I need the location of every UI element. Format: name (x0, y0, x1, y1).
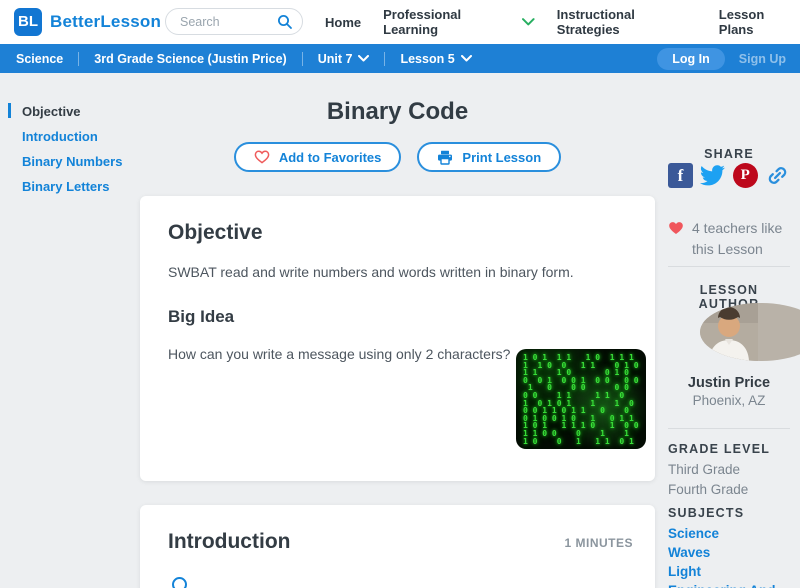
breadcrumb-unit-label: Unit 7 (317, 51, 353, 66)
breadcrumb-lesson-dropdown[interactable]: Lesson 5 (385, 52, 486, 66)
subject-link-clipped[interactable]: Engineering And Design (668, 583, 790, 588)
sidebar-divider (668, 428, 790, 429)
betterlesson-lesson-page: BL BetterLesson Home Professional Learni… (0, 0, 800, 588)
subject-link-science[interactable]: Science (668, 526, 790, 541)
likes-text: 4 teachers like this Lesson (692, 220, 783, 257)
page-title: Binary Code (326, 98, 469, 125)
print-lesson-label: Print Lesson (462, 149, 542, 165)
add-to-favorites-label: Add to Favorites (278, 149, 382, 165)
breadcrumb-course[interactable]: 3rd Grade Science (Justin Price) (79, 52, 301, 66)
objective-heading: Objective (168, 221, 263, 244)
lesson-actions: Add to Favorites Print Lesson (140, 142, 655, 172)
add-to-favorites-button[interactable]: Add to Favorites (233, 142, 402, 172)
facebook-icon[interactable]: f (668, 163, 693, 188)
objective-section-card: Objective SWBAT read and write numbers a… (140, 196, 655, 481)
link-icon[interactable] (765, 163, 790, 188)
author-avatar[interactable] (700, 303, 800, 361)
search-input[interactable] (180, 13, 275, 31)
author-name: Justin Price (687, 375, 771, 391)
breadcrumb-science[interactable]: Science (0, 52, 78, 66)
duration-badge: 1 MINUTES (564, 536, 633, 550)
sidebar-item-binary-letters[interactable]: Binary Letters (8, 174, 138, 199)
subjects-heading: SUBJECTS (668, 506, 745, 520)
author-location: Phoenix, AZ (692, 393, 766, 408)
big-idea-heading: Big Idea (168, 307, 235, 326)
pinterest-icon[interactable]: P (732, 163, 758, 188)
search-icon[interactable] (277, 14, 293, 30)
heart-filled-icon (669, 222, 683, 234)
betterlesson-logo-text[interactable]: BetterLesson (50, 12, 161, 32)
twitter-icon[interactable] (700, 163, 726, 188)
nav-professional-learning[interactable]: Professional Learning (383, 7, 535, 37)
objective-text: SWBAT read and write numbers and words w… (168, 264, 574, 280)
lesson-meta-sidebar: SHARE f P 4 teachers like this Lesson LE… (668, 0, 800, 588)
sidebar-divider (668, 266, 790, 267)
sidebar-item-objective[interactable]: Objective (8, 99, 138, 124)
chevron-down-icon (358, 55, 370, 62)
heart-outline-icon (254, 150, 270, 164)
breadcrumb-lesson-label: Lesson 5 (400, 51, 455, 66)
chevron-down-icon (522, 18, 535, 26)
chevron-down-icon (460, 55, 472, 62)
printer-icon (438, 150, 453, 165)
grade-level-item: Fourth Grade (668, 482, 749, 497)
resource-icon[interactable] (172, 577, 187, 588)
share-icons-row: f P (668, 163, 790, 188)
nav-professional-learning-label: Professional Learning (383, 7, 462, 37)
likes-row: 4 teachers like this Lesson (668, 218, 790, 260)
sidebar-item-binary-numbers[interactable]: Binary Numbers (8, 149, 138, 174)
breadcrumb-course-label: 3rd Grade Science (Justin Price) (94, 51, 287, 66)
print-lesson-button[interactable]: Print Lesson (417, 142, 562, 172)
subject-link-waves[interactable]: Waves (668, 545, 790, 560)
grade-level-heading: GRADE LEVEL (668, 442, 771, 456)
binary-code-image: 1 0 1 1 1 1 0 1 1 11 1 0 0 1 1 0 1 01 1 … (516, 349, 646, 449)
share-heading: SHARE (704, 147, 754, 161)
betterlesson-logo-icon[interactable]: BL (14, 8, 42, 36)
nav-home-label: Home (325, 14, 362, 30)
search-box[interactable] (165, 8, 303, 35)
sidebar-item-introduction[interactable]: Introduction (8, 124, 138, 149)
breadcrumb-science-label: Science (16, 51, 64, 66)
introduction-section-card: Introduction 1 MINUTES (140, 505, 655, 588)
grade-level-item: Third Grade (668, 462, 741, 477)
breadcrumb-unit-dropdown[interactable]: Unit 7 (303, 52, 385, 66)
nav-home[interactable]: Home (325, 15, 361, 30)
lesson-section-nav: Objective Introduction Binary Numbers Bi… (8, 99, 138, 199)
subject-link-light[interactable]: Light (668, 564, 790, 579)
